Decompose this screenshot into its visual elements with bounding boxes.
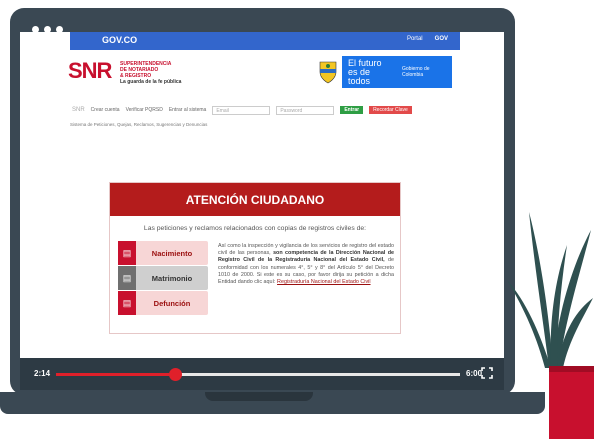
document-icon: ▤ — [118, 241, 136, 265]
registraduria-link[interactable]: Registraduría Nacional del Estado Civil — [277, 279, 370, 285]
password-input[interactable]: Password — [276, 105, 335, 115]
category-defuncion[interactable]: ▤ Defunción — [118, 291, 208, 315]
category-matrimonio[interactable]: ▤ Matrimonio — [118, 266, 208, 290]
email-input[interactable]: Email — [212, 105, 271, 115]
breadcrumb[interactable]: Sistema de Peticiones, Quejas, Reclamos,… — [70, 122, 207, 127]
video-controls: 2:14 6:00 — [20, 358, 504, 390]
card-title: ATENCIÓN CIUDADANO — [110, 183, 400, 216]
citizen-attention-card: ATENCIÓN CIUDADANO Las peticiones y recl… — [109, 182, 401, 334]
progress-track[interactable] — [56, 368, 460, 381]
create-account-link[interactable]: Crear cuenta — [91, 107, 120, 113]
gov-link-portal[interactable]: Portal — [407, 36, 423, 42]
video-screen[interactable]: GOV.CO Portal GOV SNR SUPERINTENDENCIA D… — [20, 32, 504, 372]
futuro-banner: El futuro es de todos Gobierno de Colomb… — [342, 56, 452, 88]
login-row: SNR Crear cuenta Verificar PQRSD Entrar … — [72, 104, 462, 116]
gov-top-bar: GOV.CO Portal GOV — [70, 32, 460, 50]
enter-button[interactable]: Entrar — [340, 106, 364, 114]
plant-pot-decoration — [507, 212, 594, 439]
document-icon: ▤ — [118, 291, 136, 315]
enter-system-label: Entrar al sistema — [168, 107, 207, 113]
gov-logo[interactable]: GOV.CO — [102, 35, 137, 45]
coat-of-arms-icon — [319, 61, 337, 84]
recover-password-button[interactable]: Recordar Clave — [369, 106, 412, 114]
laptop-notch — [205, 392, 313, 401]
fullscreen-icon[interactable] — [481, 367, 493, 379]
gov-link-gov[interactable]: GOV — [435, 36, 448, 42]
progress-fill — [56, 373, 176, 376]
snr-logo[interactable]: SNR SUPERINTENDENCIA DE NOTARIADO & REGI… — [68, 56, 188, 92]
total-time: 6:00 — [466, 369, 483, 378]
document-icon: ▤ — [118, 266, 136, 290]
category-nacimiento[interactable]: ▤ Nacimiento — [118, 241, 208, 265]
card-description: Así como la inspección y vigilancia de l… — [218, 243, 394, 286]
current-time: 2:14 — [34, 369, 51, 378]
progress-handle[interactable] — [169, 368, 183, 381]
card-subtitle: Las peticiones y reclamos relacionados c… — [143, 225, 367, 232]
verify-pqrsd-link[interactable]: Verificar PQRSD — [126, 107, 163, 113]
